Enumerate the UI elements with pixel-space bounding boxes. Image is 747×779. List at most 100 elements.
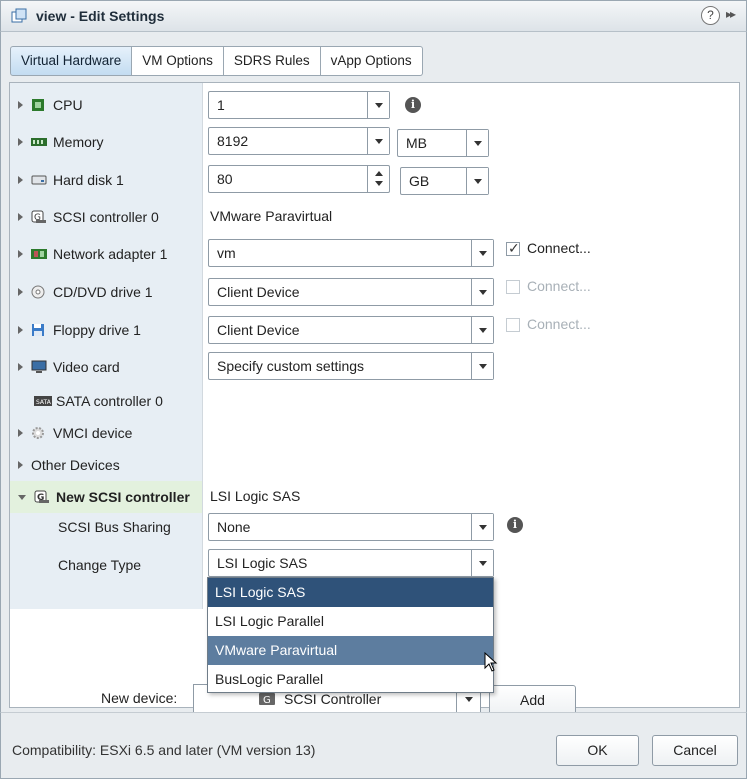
expand-arrow-icon[interactable] [18, 213, 23, 221]
tab-sdrs-rules[interactable]: SDRS Rules [223, 46, 321, 76]
other-label: Other Devices [31, 457, 120, 473]
row-floppy: Floppy drive 1 Client Device Connect... [10, 311, 739, 349]
tab-virtual-hardware[interactable]: Virtual Hardware [10, 46, 133, 76]
row-hard-disk: Hard disk 1 80 GB [10, 161, 739, 199]
scsi-controller-icon: G [259, 693, 275, 706]
video-row-label[interactable]: Video card [18, 349, 120, 385]
scsi0-row-label[interactable]: G SCSI controller 0 [18, 199, 159, 235]
row-sata-controller: SATA SATA controller 0 [10, 385, 739, 417]
change-type-select[interactable]: LSI Logic SAS [208, 549, 494, 577]
new-scsi-type: LSI Logic SAS [210, 488, 301, 504]
expand-arrow-icon[interactable] [18, 461, 23, 469]
expand-arrow-icon[interactable] [18, 250, 23, 258]
chevron-down-icon[interactable] [471, 317, 493, 343]
video-card-icon [31, 360, 47, 374]
chevron-down-icon[interactable] [471, 514, 493, 540]
video-label: Video card [53, 359, 120, 375]
sata-label: SATA controller 0 [56, 393, 163, 409]
new-device-label: New device: [101, 690, 178, 706]
memory-select[interactable]: 8192 [208, 127, 390, 155]
chevron-down-icon[interactable] [471, 240, 493, 266]
memory-value: 8192 [217, 133, 249, 149]
hard-disk-size-input[interactable]: 80 [208, 165, 390, 193]
option-lsi-logic-sas[interactable]: LSI Logic SAS [208, 578, 493, 607]
new-scsi-row-label[interactable]: G New SCSI controller [18, 481, 190, 513]
cpu-row-label[interactable]: CPU [18, 87, 83, 123]
expand-arrow-icon[interactable] [18, 429, 23, 437]
tab-vapp-options[interactable]: vApp Options [320, 46, 423, 76]
hard-disk-unit-select[interactable]: GB [400, 167, 489, 195]
expand-arrow-icon[interactable] [18, 176, 23, 184]
expand-icon[interactable]: ▸▸ [726, 7, 736, 21]
chevron-down-icon[interactable] [471, 279, 493, 305]
expand-arrow-icon[interactable] [18, 288, 23, 296]
sata-controller-icon: SATA [34, 394, 52, 408]
bus-sharing-label: SCSI Bus Sharing [58, 519, 171, 535]
memory-row-label[interactable]: Memory [18, 123, 104, 161]
chevron-down-icon[interactable] [367, 128, 389, 154]
row-new-scsi-controller: G New SCSI controller [10, 481, 202, 513]
scsi-controller-icon: G [34, 490, 50, 504]
new-scsi-label: New SCSI controller [56, 489, 190, 505]
cddvd-connect-checkbox[interactable] [506, 280, 520, 294]
svg-text:SATA: SATA [36, 399, 52, 406]
floppy-row-label[interactable]: Floppy drive 1 [18, 311, 141, 349]
option-vmware-paravirtual[interactable]: VMware Paravirtual [208, 636, 493, 665]
option-lsi-logic-parallel[interactable]: LSI Logic Parallel [208, 607, 493, 636]
cpu-icon [31, 98, 47, 112]
ok-button[interactable]: OK [556, 735, 639, 766]
row-memory: Memory 8192 MB [10, 123, 739, 161]
video-value: Specify custom settings [217, 358, 365, 374]
cpu-label: CPU [53, 97, 83, 113]
expand-arrow-icon[interactable] [18, 101, 23, 109]
cddvd-select[interactable]: Client Device [208, 278, 494, 306]
expand-arrow-icon[interactable] [18, 326, 23, 334]
mouse-cursor-icon [484, 652, 498, 672]
network-connect-checkbox[interactable] [506, 240, 520, 257]
chevron-down-icon[interactable] [466, 130, 488, 156]
info-icon[interactable]: i [405, 97, 421, 113]
info-icon[interactable]: i [507, 517, 523, 533]
other-row-label[interactable]: Other Devices [18, 449, 120, 481]
vmci-row-label[interactable]: VMCI device [18, 417, 132, 449]
memory-unit-select[interactable]: MB [397, 129, 489, 157]
network-select[interactable]: vm [208, 239, 494, 267]
floppy-select[interactable]: Client Device [208, 316, 494, 344]
collapse-arrow-icon[interactable] [18, 494, 26, 500]
network-adapter-icon [31, 247, 47, 261]
cancel-button[interactable]: Cancel [652, 735, 738, 766]
memory-icon [31, 135, 47, 149]
cpu-select[interactable]: 1 [208, 91, 390, 119]
row-cpu: CPU 1 i [10, 87, 739, 123]
cddvd-row-label[interactable]: CD/DVD drive 1 [18, 273, 153, 311]
chevron-down-icon[interactable] [367, 92, 389, 118]
expand-arrow-icon[interactable] [18, 138, 23, 146]
cddvd-connect-label: Connect... [527, 278, 591, 294]
tab-vm-options[interactable]: VM Options [132, 46, 224, 76]
network-value: vm [217, 245, 236, 261]
change-type-dropdown-list: LSI Logic SAS LSI Logic Parallel VMware … [207, 577, 498, 694]
expand-arrow-icon[interactable] [18, 363, 23, 371]
bus-sharing-select[interactable]: None [208, 513, 494, 541]
chevron-down-icon[interactable] [471, 353, 493, 379]
row-other-devices: Other Devices [10, 449, 739, 481]
floppy-connect-checkbox[interactable] [506, 318, 520, 332]
cddvd-value: Client Device [217, 284, 300, 300]
floppy-connect-label: Connect... [527, 316, 591, 332]
video-select[interactable]: Specify custom settings [208, 352, 494, 380]
row-video-card: Video card Specify custom settings [10, 349, 739, 385]
hard-disk-label: Hard disk 1 [53, 172, 124, 188]
hard-disk-row-label[interactable]: Hard disk 1 [18, 161, 124, 199]
help-icon[interactable]: ? [701, 6, 720, 25]
stepper-icon[interactable] [367, 166, 389, 192]
compatibility-text: Compatibility: ESXi 6.5 and later (VM ve… [12, 742, 316, 758]
hard-disk-unit: GB [409, 173, 430, 189]
sata-row-label[interactable]: SATA SATA controller 0 [34, 385, 163, 417]
floppy-label: Floppy drive 1 [53, 322, 141, 338]
network-row-label[interactable]: Network adapter 1 [18, 235, 167, 273]
chevron-down-icon[interactable] [466, 168, 488, 194]
option-buslogic-parallel[interactable]: BusLogic Parallel [208, 665, 493, 694]
chevron-down-icon[interactable] [471, 550, 493, 576]
cpu-value: 1 [217, 97, 225, 113]
row-vmci-device: VMCI device [10, 417, 739, 449]
